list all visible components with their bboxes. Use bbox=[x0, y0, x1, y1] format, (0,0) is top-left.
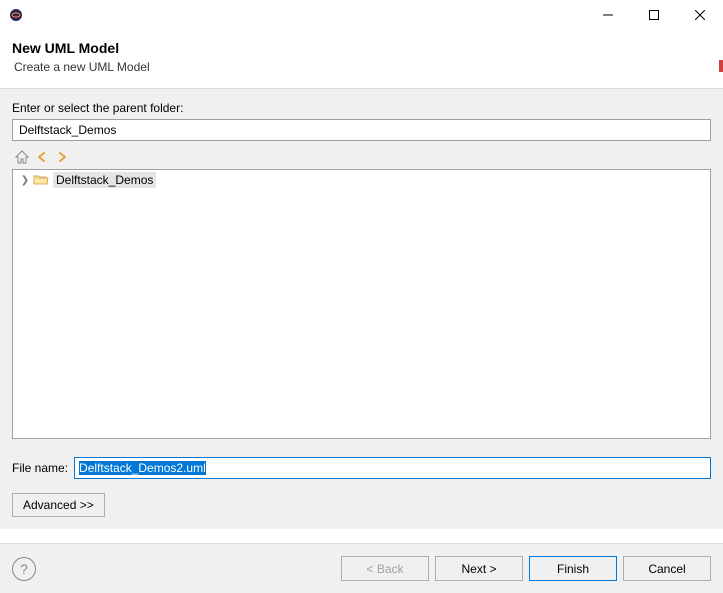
tree-item[interactable]: ❯ Delftstack_Demos bbox=[13, 170, 710, 190]
cancel-button[interactable]: Cancel bbox=[623, 556, 711, 581]
header-accent bbox=[719, 60, 723, 72]
titlebar bbox=[0, 0, 723, 30]
close-button[interactable] bbox=[677, 0, 723, 30]
window-controls bbox=[585, 0, 723, 30]
filename-row: File name: Delftstack_Demos2.uml bbox=[12, 457, 711, 479]
page-subtitle: Create a new UML Model bbox=[14, 60, 711, 74]
maximize-button[interactable] bbox=[631, 0, 677, 30]
home-icon[interactable] bbox=[14, 149, 30, 165]
back-arrow-icon[interactable] bbox=[34, 149, 50, 165]
footer-buttons: < Back Next > Finish Cancel bbox=[341, 556, 711, 581]
filename-value: Delftstack_Demos2.uml bbox=[79, 461, 206, 475]
finish-button[interactable]: Finish bbox=[529, 556, 617, 581]
advanced-button[interactable]: Advanced >> bbox=[12, 493, 105, 517]
filename-input[interactable]: Delftstack_Demos2.uml bbox=[74, 457, 711, 479]
folder-open-icon bbox=[33, 172, 49, 188]
minimize-button[interactable] bbox=[585, 0, 631, 30]
page-title: New UML Model bbox=[12, 40, 711, 56]
chevron-right-icon[interactable]: ❯ bbox=[19, 175, 31, 186]
wizard-content: Enter or select the parent folder: ❯ Del… bbox=[0, 88, 723, 529]
tree-item-label: Delftstack_Demos bbox=[53, 172, 156, 188]
wizard-header: New UML Model Create a new UML Model bbox=[0, 30, 723, 88]
back-button: < Back bbox=[341, 556, 429, 581]
filename-label: File name: bbox=[12, 461, 68, 475]
tree-toolbar bbox=[12, 145, 711, 169]
wizard-footer: ? < Back Next > Finish Cancel bbox=[0, 543, 723, 593]
forward-arrow-icon[interactable] bbox=[54, 149, 70, 165]
parent-folder-label: Enter or select the parent folder: bbox=[12, 101, 711, 115]
eclipse-icon bbox=[8, 7, 24, 23]
parent-folder-input[interactable] bbox=[12, 119, 711, 141]
folder-tree[interactable]: ❯ Delftstack_Demos bbox=[12, 169, 711, 439]
next-button[interactable]: Next > bbox=[435, 556, 523, 581]
help-icon[interactable]: ? bbox=[12, 557, 36, 581]
